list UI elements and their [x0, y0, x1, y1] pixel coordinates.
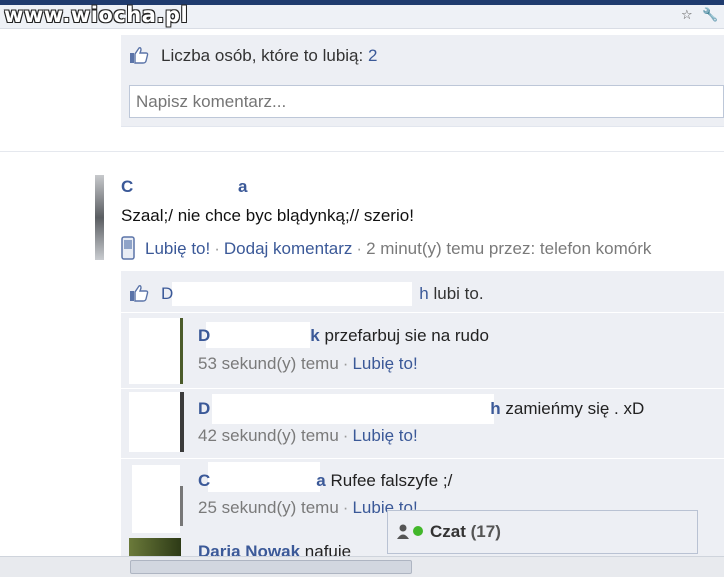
- post-divider: [0, 151, 724, 152]
- thumbs-up-icon: [130, 285, 149, 302]
- likes-summary: Liczba osób, które to lubią: 2: [161, 46, 378, 65]
- mobile-phone-icon: [121, 236, 135, 260]
- comment-avatar[interactable]: [129, 318, 180, 384]
- wrench-icon[interactable]: 🔧: [702, 7, 718, 23]
- likes-count-link[interactable]: 2: [368, 46, 377, 65]
- post-author[interactable]: C a: [121, 177, 247, 197]
- avatar-edge: [180, 318, 183, 384]
- post-text: Szaal;/ nie chce byc blądynką;// szerio!: [121, 206, 414, 225]
- comment-input[interactable]: [129, 85, 724, 118]
- chat-status-icon: [397, 524, 423, 539]
- scrollbar-thumb[interactable]: [130, 560, 412, 574]
- chat-label: Czat (17): [430, 522, 501, 541]
- horizontal-scrollbar[interactable]: [0, 556, 724, 577]
- post-meta: 2 minut(y) temu przez: telefon komórk: [366, 239, 652, 258]
- comment-1-meta: 53 sekund(y) temu · Lubię to!: [198, 354, 418, 373]
- comment-like-link[interactable]: Lubię to!: [352, 426, 417, 445]
- add-comment-link[interactable]: Dodaj komentarz: [224, 239, 353, 258]
- thumbs-up-icon: [130, 47, 149, 64]
- comment-2: Dh zamieńmy się . xD: [198, 399, 645, 418]
- post-like-link[interactable]: Lubię to!: [145, 239, 210, 258]
- liked-by-row: Dh lubi to.: [161, 284, 484, 303]
- comment-1: Dk przefarbuj sie na rudo: [198, 326, 489, 345]
- comment-avatar[interactable]: [132, 465, 180, 533]
- comment-3-meta: 25 sekund(y) temu · Lubię to!: [198, 498, 418, 517]
- avatar-edge: [180, 486, 183, 526]
- comment-separator: [121, 312, 724, 313]
- chat-bar[interactable]: Czat (17): [387, 510, 698, 554]
- comment-3: Ca Rufee falszyfe ;/: [198, 471, 453, 490]
- comment-2-meta: 42 sekund(y) temu · Lubię to!: [198, 426, 418, 445]
- comment-4: Daria Nowak nafuje: [198, 542, 352, 556]
- avatar-edge: [180, 392, 184, 452]
- watermark: www.wiocha.pl: [4, 3, 189, 27]
- comment-separator: [121, 388, 724, 389]
- comment-avatar[interactable]: [129, 538, 181, 556]
- comment-like-link[interactable]: Lubię to!: [352, 354, 417, 373]
- comment-separator: [121, 458, 724, 459]
- star-icon[interactable]: ☆: [681, 7, 693, 23]
- post-actions: Lubię to! · Dodaj komentarz · 2 minut(y) tem…: [145, 239, 652, 258]
- comment-avatar[interactable]: [129, 392, 180, 452]
- author-avatar[interactable]: [95, 175, 104, 260]
